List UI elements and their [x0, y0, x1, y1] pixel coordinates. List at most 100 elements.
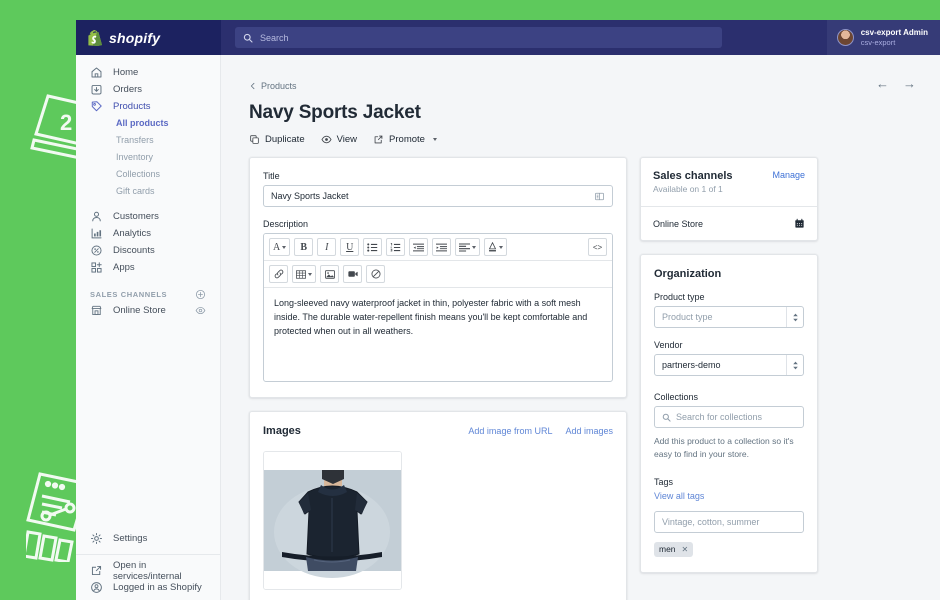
main-content: Products Navy Sports Jacket Duplicate Vi…: [221, 55, 940, 600]
arrow-left-icon[interactable]: ←: [876, 77, 889, 90]
sidebar-item-logged-in-as[interactable]: Logged in as Shopify: [84, 579, 213, 596]
gear-icon: [90, 532, 103, 545]
bold-button[interactable]: B: [294, 238, 314, 256]
sidebar-item-label: Settings: [113, 533, 148, 544]
insert-table-button[interactable]: [292, 265, 316, 283]
stepper-icon[interactable]: [786, 307, 803, 327]
vendor-label: Vendor: [654, 340, 683, 350]
collections-search-input[interactable]: Search for collections: [654, 406, 804, 428]
description-textarea[interactable]: Long-sleeved navy waterproof jacket in t…: [264, 288, 612, 381]
chevron-left-icon: [250, 82, 255, 90]
outdent-button[interactable]: [409, 238, 429, 256]
view-all-tags-link[interactable]: View all tags: [654, 491, 804, 501]
vendor-select[interactable]: partners-demo: [654, 354, 804, 376]
numbered-list-button[interactable]: [386, 238, 406, 256]
svg-text:2: 2: [60, 110, 72, 135]
sidebar-item-inventory[interactable]: Inventory: [84, 149, 212, 166]
duplicate-button[interactable]: Duplicate: [249, 134, 305, 145]
sidebar-item-home[interactable]: Home: [84, 64, 212, 81]
indent-icon: [436, 243, 448, 251]
sidebar-item-label: Products: [113, 101, 151, 112]
manage-channels-link[interactable]: Manage: [772, 170, 805, 182]
sidebar-item-all-products[interactable]: All products: [84, 115, 212, 132]
duplicate-icon: [250, 135, 259, 144]
description-field-label: Description: [263, 219, 309, 229]
list-bullet-icon: [367, 242, 378, 252]
list-number-icon: [390, 242, 401, 251]
sidebar-item-online-store[interactable]: Online Store: [84, 302, 212, 319]
bulleted-list-button[interactable]: [363, 238, 383, 256]
sidebar-item-collections[interactable]: Collections: [84, 166, 212, 183]
sidebar-item-label: Customers: [113, 211, 159, 222]
translate-icon[interactable]: [594, 191, 605, 202]
organization-title: Organization: [654, 268, 722, 280]
link-icon: [274, 269, 283, 279]
top-bar-search-area: Search: [221, 27, 827, 48]
tags-input[interactable]: Vintage, cotton, summer: [654, 510, 804, 533]
products-tag-icon: [91, 101, 102, 112]
calendar-icon[interactable]: [794, 218, 805, 229]
insert-image-button[interactable]: [320, 265, 339, 283]
show-html-button[interactable]: <>: [588, 238, 607, 256]
page-title: Navy Sports Jacket: [249, 102, 421, 123]
align-select[interactable]: [455, 238, 481, 256]
add-image-from-url-link[interactable]: Add image from URL: [468, 426, 552, 436]
search-input[interactable]: Search: [235, 27, 722, 48]
user-name: csv-export Admin: [860, 27, 928, 37]
editor-toolbar-row-1: A B I U <>: [264, 234, 612, 261]
user-menu[interactable]: csv-export Admin csv-export: [826, 20, 940, 55]
apps-grid-icon: [91, 262, 102, 273]
sidebar-item-customers[interactable]: Customers: [84, 208, 212, 225]
insert-link-button[interactable]: [269, 265, 288, 283]
promote-button[interactable]: Promote: [373, 134, 437, 145]
stepper-icon[interactable]: [786, 355, 803, 375]
add-images-link[interactable]: Add images: [565, 426, 613, 436]
close-icon[interactable]: ✕: [682, 545, 689, 554]
plus-circle-icon[interactable]: [195, 289, 206, 300]
sidebar-item-apps[interactable]: Apps: [84, 259, 212, 276]
clear-formatting-button[interactable]: [366, 265, 385, 283]
shopify-logo[interactable]: shopify: [76, 20, 221, 55]
font-style-select[interactable]: A: [269, 238, 291, 256]
sidebar-item-products[interactable]: Products: [84, 98, 212, 115]
secondary-column: Sales channels Manage Available on 1 of …: [640, 157, 818, 573]
breadcrumb[interactable]: Products: [249, 81, 297, 91]
text-color-icon: [489, 242, 497, 252]
collections-helper-text: Add this product to a collection so it's…: [654, 436, 794, 459]
external-link-icon: [91, 565, 102, 576]
underline-button[interactable]: U: [340, 238, 360, 256]
sidebar-item-orders[interactable]: Orders: [84, 81, 212, 98]
eye-icon[interactable]: [195, 305, 206, 316]
screenshot-stage: 2 shopify Search csv-export Admin csv-ex…: [0, 0, 940, 600]
search-icon: [243, 33, 253, 43]
channel-row-online-store[interactable]: Online Store: [641, 207, 817, 240]
indent-button[interactable]: [432, 238, 452, 256]
sidebar-item-settings[interactable]: Settings: [84, 530, 213, 547]
sidebar-item-transfers[interactable]: Transfers: [84, 132, 212, 149]
sidebar-item-analytics[interactable]: Analytics: [84, 225, 212, 242]
title-input[interactable]: Navy Sports Jacket: [263, 185, 613, 207]
orders-icon: [91, 84, 102, 95]
sidebar-item-discounts[interactable]: Discounts: [84, 242, 212, 259]
product-image-thumbnail[interactable]: [263, 451, 402, 590]
product-details-card: Title Navy Sports Jacket Description A B…: [249, 157, 627, 398]
collections-label: Collections: [654, 392, 699, 402]
view-label: View: [336, 134, 358, 145]
italic-button[interactable]: I: [317, 238, 337, 256]
text-color-select[interactable]: [484, 238, 508, 256]
arrow-right-icon[interactable]: →: [903, 77, 916, 90]
sidebar-item-label: Online Store: [113, 305, 166, 316]
view-button[interactable]: View: [321, 134, 357, 145]
tag-chip-men[interactable]: men ✕: [654, 541, 694, 557]
insert-video-button[interactable]: [343, 265, 362, 283]
sidebar-item-gift-cards[interactable]: Gift cards: [84, 183, 212, 200]
images-card-title: Images: [263, 425, 301, 437]
sidebar-bottom-group: Settings Open in services/internal Logge…: [76, 530, 221, 600]
no-format-icon: [371, 269, 380, 279]
product-type-select[interactable]: Product type: [654, 306, 804, 328]
description-editor: A B I U <> Long-sleeved navy waterproof …: [263, 233, 613, 382]
breadcrumb-label: Products: [261, 81, 297, 91]
chevron-down-icon: [432, 138, 437, 141]
storefront-icon: [91, 305, 102, 316]
sidebar-item-open-in-services[interactable]: Open in services/internal: [84, 560, 213, 582]
